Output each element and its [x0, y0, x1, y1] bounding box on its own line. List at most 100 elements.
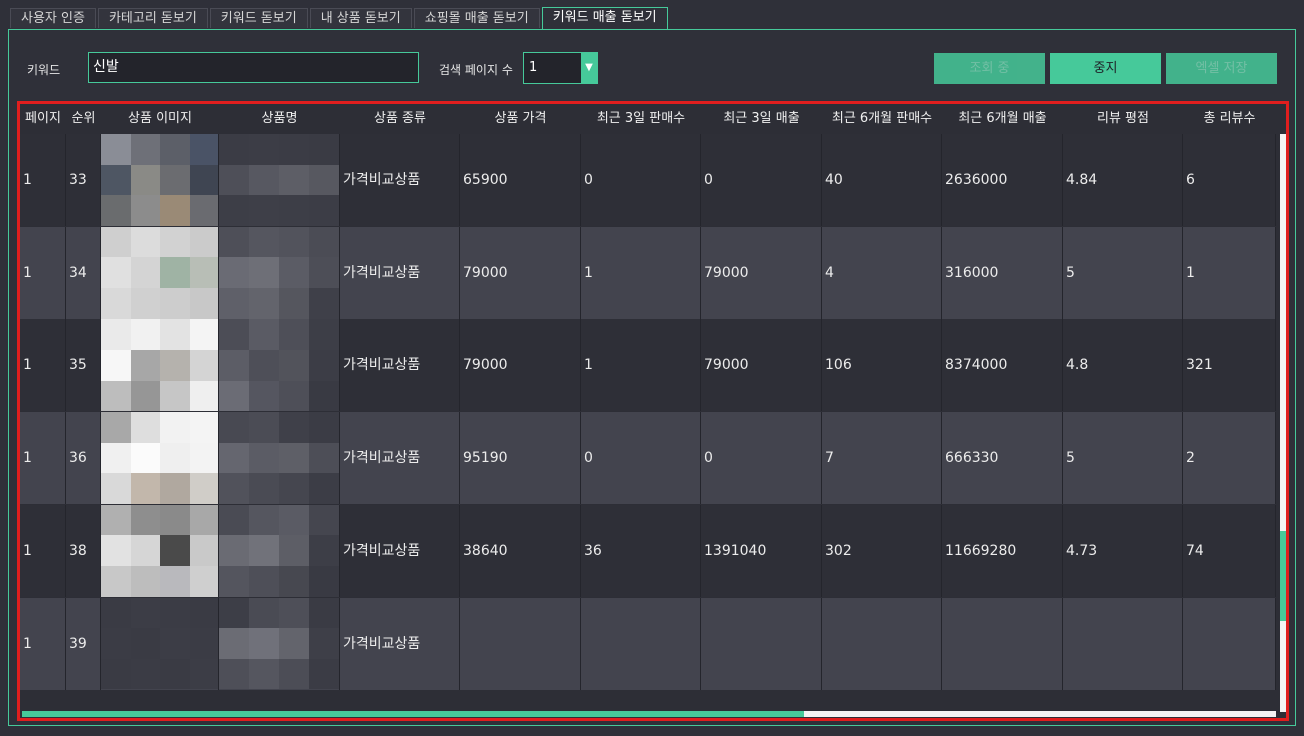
horizontal-scroll-thumb[interactable]	[22, 711, 804, 717]
cell-price	[460, 597, 581, 690]
cell-rating: 4.84	[1063, 134, 1183, 226]
keyword-sales-panel: 키워드 신발 검색 페이지 수 1 ▼ 조회 중 중지 엑셀 저장 페이지 순위…	[8, 29, 1296, 726]
keyword-input[interactable]: 신발	[88, 52, 419, 83]
cell-sales-3d: 0	[581, 134, 701, 226]
cell-type: 가격비교상품	[340, 504, 460, 597]
cell-reviews: 2	[1183, 412, 1276, 505]
product-image	[101, 134, 219, 226]
cell-rank: 34	[66, 226, 101, 319]
product-name-blurred-image	[219, 412, 339, 505]
cell-sales-3d: 36	[581, 504, 701, 597]
col-page[interactable]: 페이지	[20, 104, 66, 134]
excel-save-button[interactable]: 엑셀 저장	[1166, 53, 1277, 84]
stop-button[interactable]: 중지	[1050, 53, 1161, 84]
cell-price: 65900	[460, 134, 581, 226]
vertical-scroll-thumb[interactable]	[1280, 531, 1286, 621]
product-image	[101, 319, 219, 412]
col-revenue-3d[interactable]: 최근 3일 매출	[701, 104, 822, 134]
cell-reviews: 6	[1183, 134, 1276, 226]
table-row[interactable]: 1 36 가격비교상품 95190 0 0 7 666330 5 2	[20, 412, 1276, 505]
chevron-down-icon[interactable]: ▼	[581, 53, 597, 83]
pages-label: 검색 페이지 수	[439, 63, 513, 77]
cell-price: 79000	[460, 319, 581, 412]
cell-sales-3d: 1	[581, 226, 701, 319]
cell-revenue-6m: 666330	[942, 412, 1063, 505]
tab-mall-sales[interactable]: 쇼핑몰 매출 돋보기	[413, 8, 540, 28]
cell-reviews	[1183, 597, 1276, 690]
col-rank[interactable]: 순위	[66, 104, 101, 134]
tab-user-auth[interactable]: 사용자 인증	[10, 8, 96, 28]
cell-type: 가격비교상품	[340, 226, 460, 319]
tab-my-product[interactable]: 내 상품 돋보기	[309, 8, 412, 28]
product-thumbnail-image	[101, 412, 218, 505]
tab-keyword-sales[interactable]: 키워드 매출 돋보기	[541, 7, 668, 29]
product-thumbnail-image	[101, 134, 218, 226]
col-type[interactable]: 상품 종류	[340, 104, 460, 134]
product-name-image	[219, 412, 340, 505]
col-sales-6m[interactable]: 최근 6개월 판매수	[822, 104, 942, 134]
col-rating[interactable]: 리뷰 평점	[1063, 104, 1183, 134]
cell-page: 1	[20, 597, 66, 690]
cell-revenue-3d: 79000	[701, 226, 822, 319]
table-row[interactable]: 1 35 가격비교상품 79000 1 79000 106 8374000 4.8 321	[20, 319, 1276, 412]
cell-sales-3d: 1	[581, 319, 701, 412]
cell-rank: 39	[66, 597, 101, 690]
col-price[interactable]: 상품 가격	[460, 104, 581, 134]
vertical-scrollbar[interactable]	[1280, 134, 1286, 712]
cell-rank: 33	[66, 134, 101, 226]
cell-reviews: 74	[1183, 504, 1276, 597]
cell-type: 가격비교상품	[340, 412, 460, 505]
col-reviews[interactable]: 총 리뷰수	[1183, 104, 1276, 134]
cell-revenue-3d: 0	[701, 134, 822, 226]
cell-rating: 5	[1063, 226, 1183, 319]
cell-revenue-6m: 11669280	[942, 504, 1063, 597]
product-name-image	[219, 319, 340, 412]
cell-price: 79000	[460, 226, 581, 319]
product-image	[101, 504, 219, 597]
cell-rating	[1063, 597, 1183, 690]
cell-reviews: 1	[1183, 226, 1276, 319]
pages-select[interactable]: 1 ▼	[523, 52, 598, 84]
product-name-blurred-image	[219, 134, 339, 226]
product-name-blurred-image	[219, 597, 339, 690]
cell-sales-3d	[581, 597, 701, 690]
cell-type: 가격비교상품	[340, 597, 460, 690]
product-name-image	[219, 504, 340, 597]
table-row[interactable]: 1 33 가격비교상품 65900 0 0 40 2636000 4.84 6	[20, 134, 1276, 226]
tab-keyword[interactable]: 키워드 돋보기	[209, 8, 308, 28]
col-name[interactable]: 상품명	[219, 104, 340, 134]
product-thumbnail-image	[101, 319, 218, 412]
cell-rating: 4.73	[1063, 504, 1183, 597]
product-thumbnail-image	[101, 226, 218, 319]
cell-sales-6m: 7	[822, 412, 942, 505]
cell-revenue-3d	[701, 597, 822, 690]
cell-page: 1	[20, 319, 66, 412]
tab-category[interactable]: 카테고리 돋보기	[97, 8, 208, 28]
horizontal-scrollbar[interactable]	[22, 711, 1276, 717]
cell-revenue-6m: 2636000	[942, 134, 1063, 226]
table-row[interactable]: 1 39 가격비교상품	[20, 597, 1276, 690]
results-table[interactable]: 페이지 순위 상품 이미지 상품명 상품 종류 상품 가격 최근 3일 판매수 …	[17, 101, 1289, 721]
query-button[interactable]: 조회 중	[934, 53, 1045, 84]
cell-rating: 5	[1063, 412, 1183, 505]
table-row[interactable]: 1 38 가격비교상품 38640 36 1391040 302 11669280 4.73 74	[20, 504, 1276, 597]
cell-rank: 35	[66, 319, 101, 412]
col-revenue-6m[interactable]: 최근 6개월 매출	[942, 104, 1063, 134]
cell-type: 가격비교상품	[340, 134, 460, 226]
cell-page: 1	[20, 134, 66, 226]
cell-sales-6m: 40	[822, 134, 942, 226]
col-image[interactable]: 상품 이미지	[101, 104, 219, 134]
product-name-image	[219, 134, 340, 226]
cell-sales-6m	[822, 597, 942, 690]
col-sales-3d[interactable]: 최근 3일 판매수	[581, 104, 701, 134]
cell-rank: 36	[66, 412, 101, 505]
cell-price: 38640	[460, 504, 581, 597]
cell-reviews: 321	[1183, 319, 1276, 412]
cell-rank: 38	[66, 504, 101, 597]
cell-sales-6m: 4	[822, 226, 942, 319]
cell-revenue-6m: 8374000	[942, 319, 1063, 412]
table-header: 페이지 순위 상품 이미지 상품명 상품 종류 상품 가격 최근 3일 판매수 …	[20, 104, 1276, 134]
product-name-blurred-image	[219, 226, 339, 319]
table-row[interactable]: 1 34 가격비교상품 79000 1 79000 4 316000 5 1	[20, 226, 1276, 319]
product-thumbnail-image	[101, 597, 218, 690]
